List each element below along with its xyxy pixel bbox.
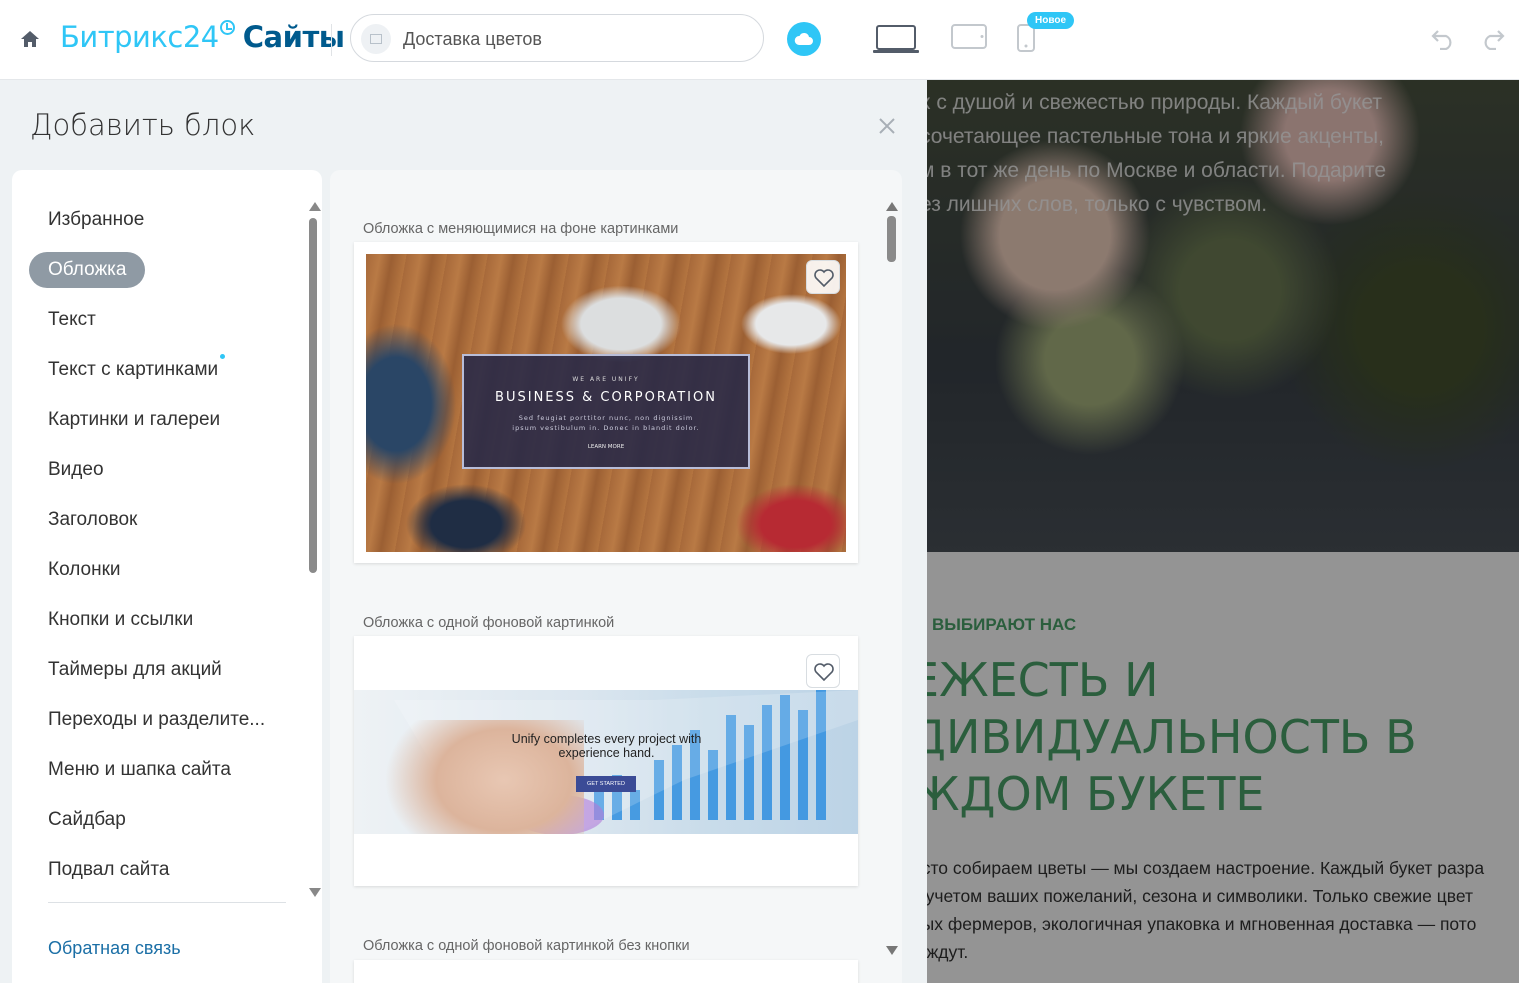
- category-item-cover[interactable]: Обложка: [29, 252, 146, 288]
- preview-link: LEARN MORE: [587, 444, 625, 450]
- top-bar: Битрикс24 Сайты Доставка цветов Новое: [0, 0, 1519, 80]
- scroll-up-arrow-icon[interactable]: [886, 202, 898, 211]
- logo-product: Сайты: [242, 20, 345, 54]
- site-name: Доставка цветов: [403, 29, 542, 49]
- category-item-text[interactable]: Текст: [29, 295, 284, 345]
- desktop-icon[interactable]: [872, 24, 920, 59]
- feedback-link[interactable]: Обратная связь: [48, 938, 181, 959]
- clock-icon: [219, 20, 235, 35]
- category-label: Текст с картинками: [48, 359, 219, 380]
- category-item-sidebar[interactable]: Сайдбар: [29, 795, 284, 845]
- preview-text: Unify completes every project with exper…: [511, 732, 702, 760]
- category-item-heading[interactable]: Заголовок: [29, 495, 284, 545]
- cloud-icon[interactable]: [787, 22, 821, 56]
- block-preview-card[interactable]: Unify completes every project with exper…: [354, 636, 858, 886]
- logo[interactable]: Битрикс24 Сайты: [60, 20, 345, 54]
- panel-title: Добавить блок: [30, 108, 256, 142]
- preview-description: Sed feugiat porttitor nunc, non dignissi…: [512, 414, 700, 432]
- new-dot: [220, 354, 226, 359]
- heart-icon[interactable]: [806, 260, 840, 294]
- new-badge: Новое: [1027, 12, 1075, 29]
- category-item-video[interactable]: Видео: [29, 445, 284, 495]
- block-preview-image: Unify completes every project with exper…: [354, 690, 858, 834]
- category-item-images-galleries[interactable]: Картинки и галереи: [29, 395, 284, 445]
- block-preview-card[interactable]: WE ARE UNIFY BUSINESS & CORPORATION Sed …: [354, 242, 858, 563]
- block-list-scrollbar[interactable]: [887, 216, 896, 262]
- divider: [331, 24, 332, 56]
- category-item-menu-header[interactable]: Меню и шапка сайта: [29, 745, 284, 795]
- category-item-text-images[interactable]: Текст с картинками: [29, 345, 284, 395]
- site-selector[interactable]: Доставка цветов: [350, 14, 764, 62]
- block-title: Обложка с меняющимися на фоне картинками: [363, 221, 679, 237]
- preview-button: GET STARTED: [576, 776, 636, 792]
- divider: [48, 902, 286, 903]
- block-list: Обложка с меняющимися на фоне картинками…: [330, 170, 902, 983]
- block-title: Обложка с одной фоновой картинкой без кн…: [363, 938, 690, 954]
- category-item-timers[interactable]: Таймеры для акций: [29, 645, 284, 695]
- close-icon[interactable]: [877, 116, 897, 141]
- heart-icon[interactable]: [806, 654, 840, 688]
- category-item-buttons-links[interactable]: Кнопки и ссылки: [29, 595, 284, 645]
- site-thumbnail-icon: [361, 24, 391, 54]
- preview-hero-box: WE ARE UNIFY BUSINESS & CORPORATION Sed …: [462, 354, 750, 469]
- category-item-footer[interactable]: Подвал сайта: [29, 845, 284, 895]
- block-preview-image: WE ARE UNIFY BUSINESS & CORPORATION Sed …: [366, 254, 846, 552]
- add-block-panel: Добавить блок Избранное Обложка Текст Те…: [0, 80, 927, 983]
- preview-eyebrow: WE ARE UNIFY: [572, 376, 640, 383]
- logo-brand: Битрикс24: [60, 20, 219, 54]
- category-scrollbar[interactable]: [309, 218, 317, 573]
- tablet-icon[interactable]: [951, 24, 987, 55]
- undo-icon[interactable]: [1430, 28, 1456, 55]
- mobile-icon[interactable]: [1017, 24, 1035, 57]
- category-item-columns[interactable]: Колонки: [29, 545, 284, 595]
- scroll-up-arrow-icon[interactable]: [309, 202, 321, 211]
- redo-icon[interactable]: [1480, 28, 1506, 55]
- scroll-down-arrow-icon[interactable]: [309, 888, 321, 897]
- category-sidebar: Избранное Обложка Текст Текст с картинка…: [12, 170, 322, 983]
- block-title: Обложка с одной фоновой картинкой: [363, 615, 615, 631]
- scroll-down-arrow-icon[interactable]: [886, 946, 898, 955]
- preview-title: BUSINESS & CORPORATION: [495, 390, 717, 405]
- category-item-dividers[interactable]: Переходы и разделите...: [29, 695, 284, 745]
- category-list: Избранное Обложка Текст Текст с картинка…: [29, 195, 284, 895]
- category-item-favorites[interactable]: Избранное: [29, 195, 284, 245]
- home-icon[interactable]: [19, 28, 41, 50]
- block-preview-card[interactable]: [354, 960, 858, 983]
